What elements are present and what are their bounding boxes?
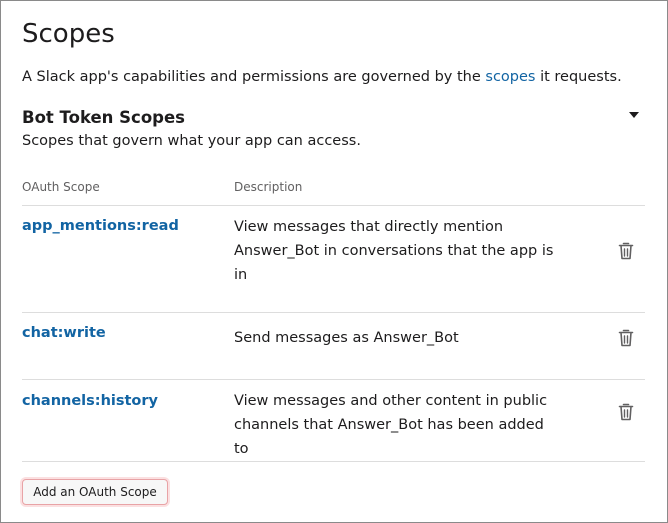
intro-text: A Slack app's capabilities and permissio… xyxy=(22,67,622,87)
scope-row: chat:write Send messages as Answer_Bot xyxy=(22,312,645,379)
scope-row: app_mentions:read View messages that dir… xyxy=(22,205,645,312)
scope-name[interactable]: chat:write xyxy=(22,323,106,343)
trash-icon[interactable] xyxy=(618,402,634,422)
section-subtitle: Scopes that govern what your app can acc… xyxy=(22,133,361,149)
divider xyxy=(22,461,645,462)
scopes-link[interactable]: scopes xyxy=(485,69,535,85)
scope-name[interactable]: app_mentions:read xyxy=(22,216,179,236)
scope-description: View messages and other content in publi… xyxy=(234,393,548,457)
scope-description: View messages that directly mention Answ… xyxy=(234,219,554,283)
scope-description: Send messages as Answer_Bot xyxy=(234,330,459,346)
column-header-oauth-scope: OAuth Scope xyxy=(22,180,100,194)
caret-down-icon[interactable] xyxy=(629,112,639,118)
add-oauth-scope-button[interactable]: Add an OAuth Scope xyxy=(22,479,168,505)
trash-icon[interactable] xyxy=(618,241,634,261)
column-header-description: Description xyxy=(234,180,303,194)
scope-name[interactable]: channels:history xyxy=(22,391,158,411)
trash-icon[interactable] xyxy=(618,328,634,348)
intro-text-start: A Slack app's capabilities and permissio… xyxy=(22,69,486,85)
section-title: Bot Token Scopes xyxy=(22,108,185,127)
scope-row: channels:history View messages and other… xyxy=(22,379,645,462)
scopes-panel: Scopes A Slack app's capabilities and pe… xyxy=(0,0,668,523)
intro-text-end: it requests. xyxy=(535,69,622,85)
page-title: Scopes xyxy=(22,19,115,49)
